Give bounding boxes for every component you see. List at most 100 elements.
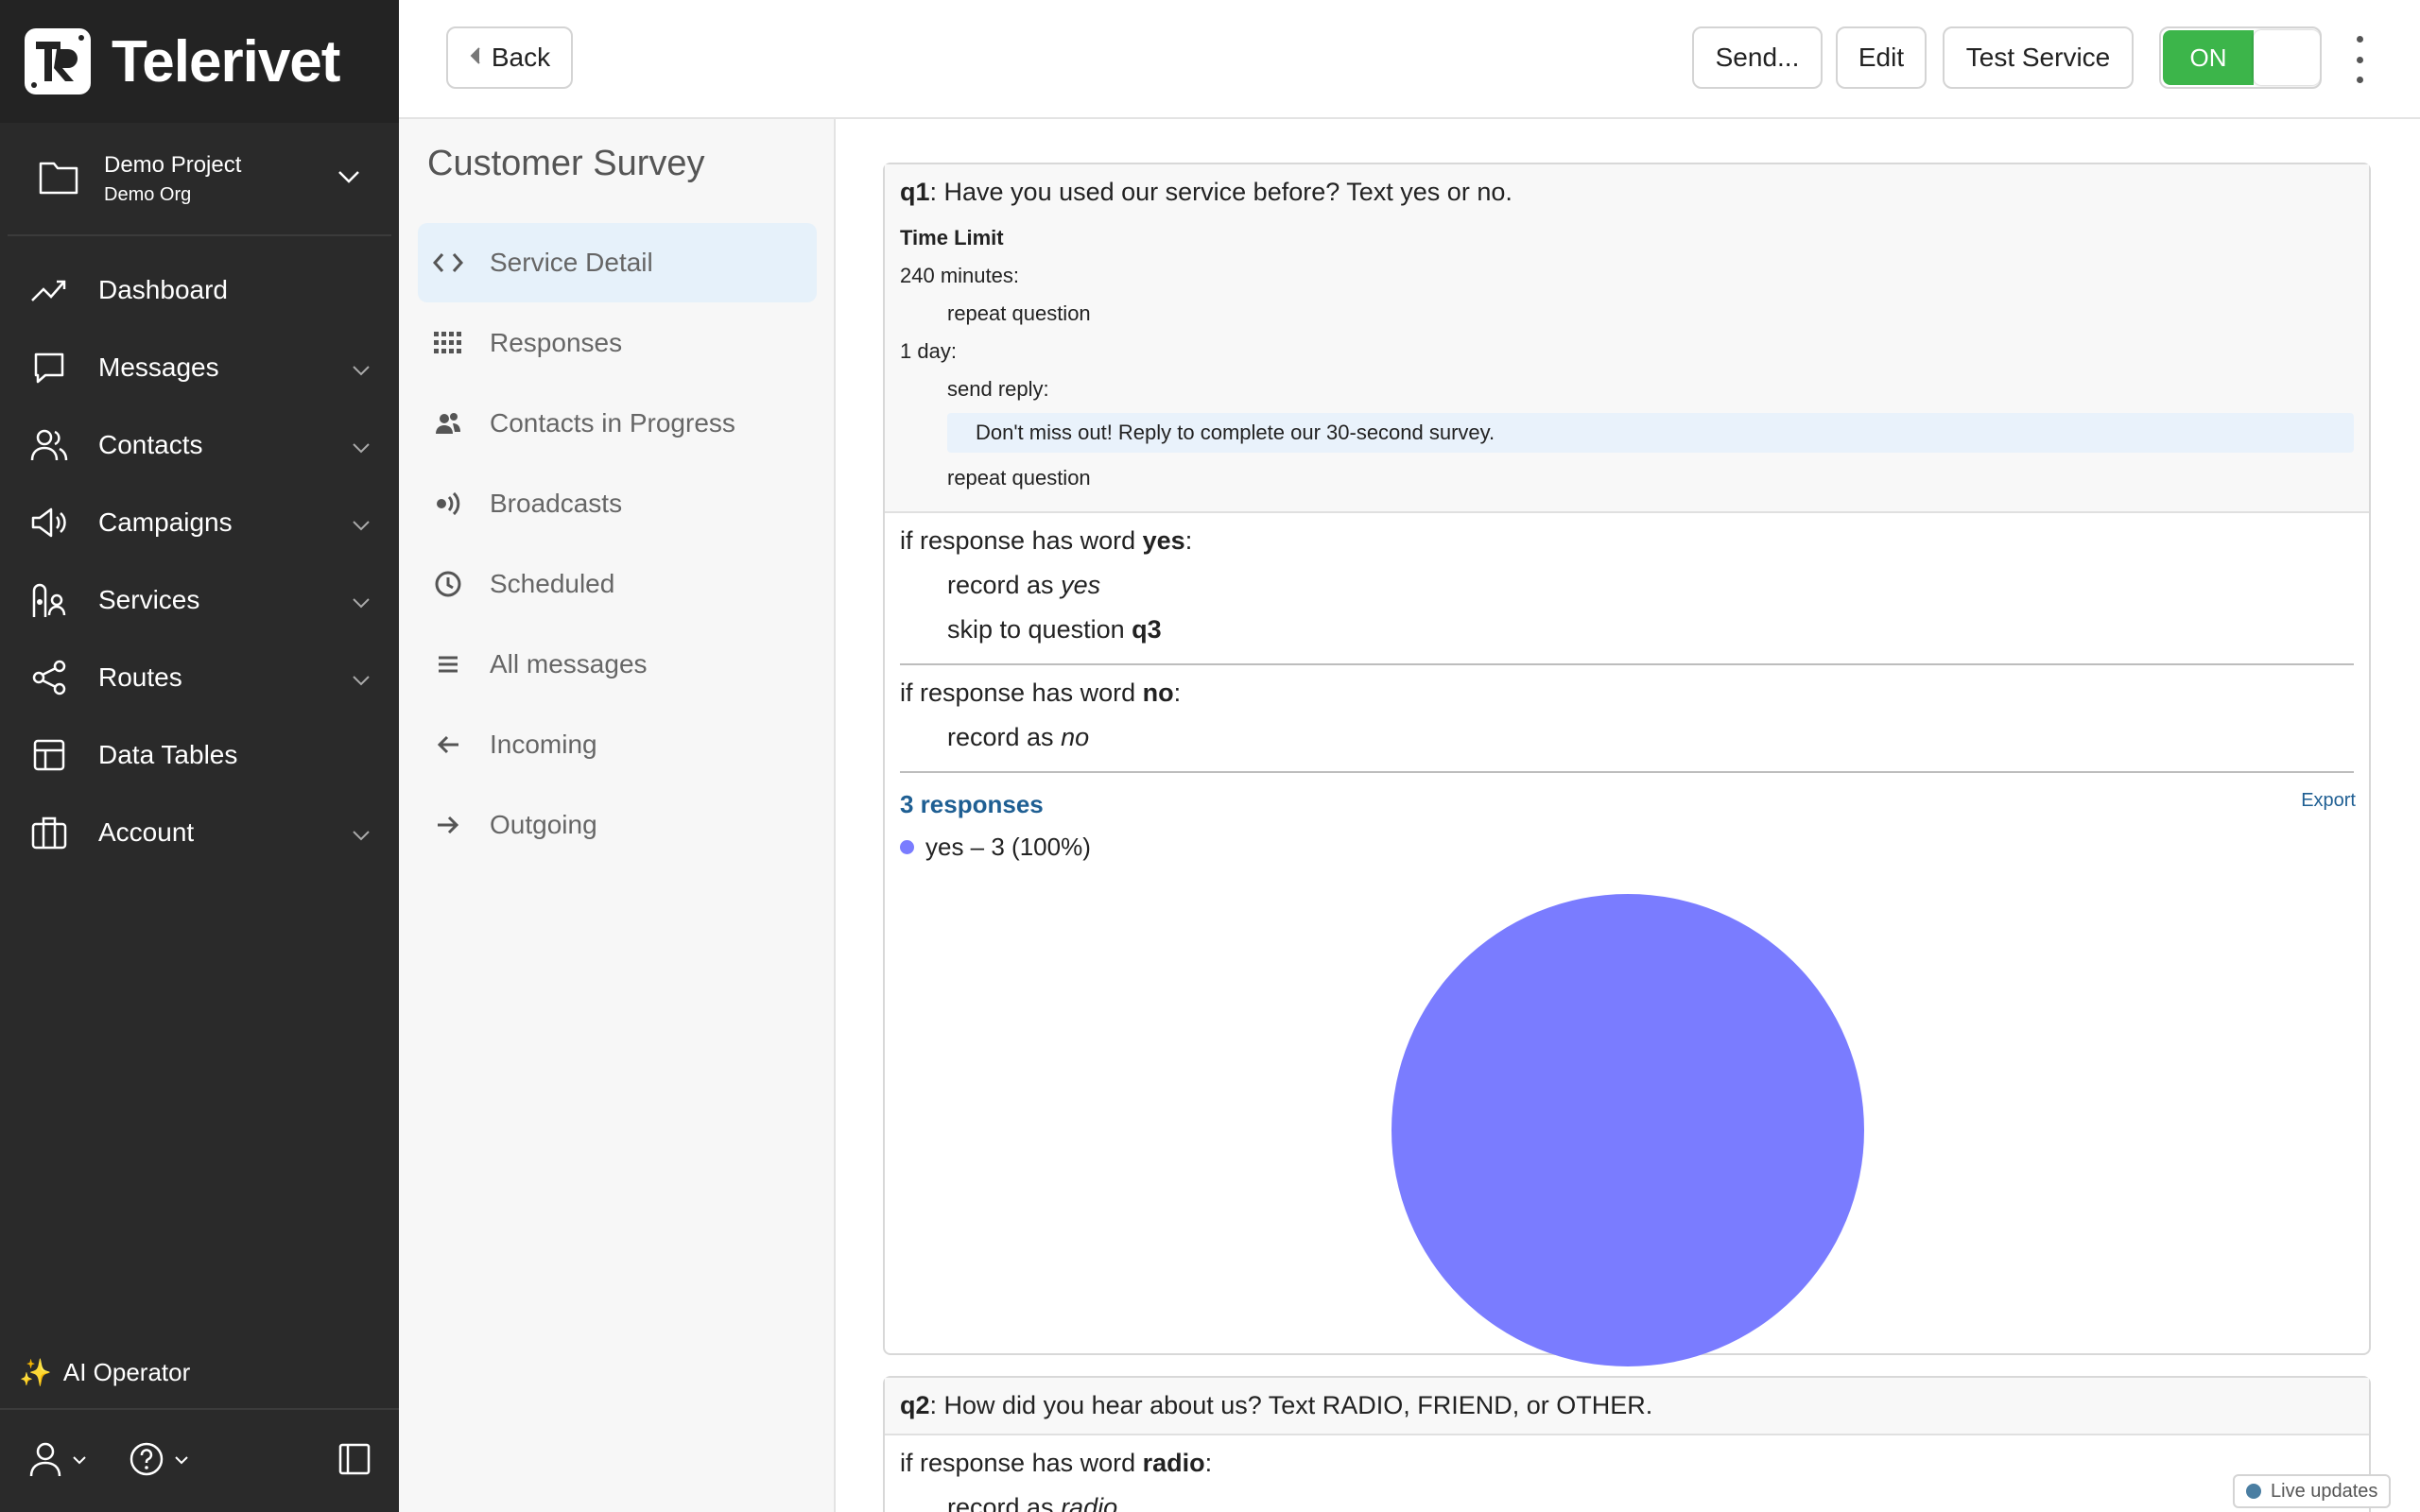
service-menu-item-incoming[interactable]: Incoming <box>418 705 817 784</box>
service-menu-item-responses[interactable]: Responses <box>418 303 817 383</box>
chevron-down-icon <box>352 430 371 460</box>
project-name: Demo Project <box>104 151 242 178</box>
service-active-toggle[interactable]: ON <box>2159 26 2322 89</box>
chevron-down-icon <box>352 817 371 848</box>
nav-label: Campaigns <box>98 507 233 537</box>
nav-label: Data Tables <box>98 740 238 769</box>
edit-button[interactable]: Edit <box>1836 26 1927 89</box>
service-sidebar: Customer Survey Service Detail Responses… <box>399 119 836 1512</box>
live-status-dot <box>2246 1484 2261 1499</box>
arrow-left-icon <box>431 728 465 762</box>
record-prefix: record as <box>947 723 1062 751</box>
nav-label: Messages <box>98 352 219 382</box>
user-menu-button[interactable] <box>28 1440 87 1483</box>
nav-item-data-tables[interactable]: Data Tables <box>0 716 399 794</box>
back-label: Back <box>491 43 551 72</box>
rule-prefix: if response has word <box>900 1449 1143 1477</box>
rule-prefix: if response has word <box>900 526 1143 555</box>
briefcase-icon <box>28 812 70 853</box>
pie-slice-0 <box>1392 894 1864 1366</box>
grid-icon <box>431 326 465 360</box>
chevron-down-icon <box>174 1452 189 1469</box>
nav-item-routes[interactable]: Routes <box>0 639 399 716</box>
chevron-down-icon <box>352 352 371 383</box>
question-card-q2: q2: How did you hear about us? Text RADI… <box>883 1376 2371 1512</box>
help-menu-button[interactable] <box>129 1441 189 1482</box>
question-text: : Have you used our service before? Text… <box>929 178 1512 206</box>
nav-item-dashboard[interactable]: Dashboard <box>0 251 399 329</box>
service-menu-item-scheduled[interactable]: Scheduled <box>418 544 817 624</box>
question-header: q1: Have you used our service before? Te… <box>885 164 2369 513</box>
edit-label: Edit <box>1858 43 1905 72</box>
rule-word: yes <box>1142 526 1185 555</box>
trend-icon <box>28 269 70 311</box>
sidebar-footer <box>0 1408 399 1512</box>
chevron-down-icon <box>352 585 371 615</box>
sidebar-toggle-icon <box>338 1443 371 1479</box>
service-menu-label: Outgoing <box>490 810 597 839</box>
list-icon <box>431 647 465 681</box>
legend-label: yes – 3 (100%) <box>925 833 1091 861</box>
broadcast-icon <box>431 487 465 521</box>
record-value: radio <box>1061 1493 1118 1512</box>
responses-section: 3 responses Export yes – 3 (100%) <box>885 773 2369 1385</box>
service-menu: Service Detail Responses Contacts in Pro… <box>418 223 817 866</box>
services-icon <box>28 579 70 621</box>
service-menu-label: All messages <box>490 649 648 679</box>
nav-item-messages[interactable]: Messages <box>0 329 399 406</box>
brand-name: Telerivet <box>112 28 340 94</box>
service-menu-label: Broadcasts <box>490 489 623 518</box>
service-menu-item-all-messages[interactable]: All messages <box>418 625 817 704</box>
response-rule-yes: if response has word yes: record as yes … <box>885 513 2369 663</box>
responses-count-link[interactable]: 3 responses <box>900 790 2354 819</box>
live-updates-indicator[interactable]: Live updates <box>2233 1474 2392 1508</box>
nav-label: Services <box>98 585 200 614</box>
skip-prefix: skip to question <box>947 615 1132 644</box>
top-toolbar: Back Send... Edit Test Service ON <box>399 0 2420 119</box>
nav-item-account[interactable]: Account <box>0 794 399 871</box>
question-header: q2: How did you hear about us? Text RADI… <box>885 1378 2369 1435</box>
service-menu-label: Service Detail <box>490 248 653 277</box>
live-updates-label: Live updates <box>2271 1480 2378 1502</box>
rule-word: radio <box>1142 1449 1205 1477</box>
users-icon <box>431 406 465 440</box>
clock-icon <box>431 567 465 601</box>
export-link[interactable]: Export <box>2301 790 2356 812</box>
back-button[interactable]: Back <box>446 26 573 89</box>
send-button[interactable]: Send... <box>1692 26 1823 89</box>
rule-suffix: : <box>1204 1449 1213 1477</box>
service-menu-item-outgoing[interactable]: Outgoing <box>418 785 817 865</box>
question-id: q2 <box>900 1391 930 1419</box>
table-icon <box>28 734 70 776</box>
chevron-down-icon <box>72 1452 87 1469</box>
response-rule-no: if response has word no: record as no <box>885 665 2369 771</box>
legend-swatch <box>900 840 914 854</box>
collapse-sidebar-button[interactable] <box>338 1443 371 1480</box>
nav-label: Dashboard <box>98 275 228 304</box>
service-menu-label: Contacts in Progress <box>490 408 735 438</box>
nav-item-campaigns[interactable]: Campaigns <box>0 484 399 561</box>
ai-operator-link[interactable]: ✨ AI Operator <box>19 1357 190 1388</box>
service-menu-item-contacts-in-progress[interactable]: Contacts in Progress <box>418 384 817 463</box>
time-limit-2: 1 day: <box>900 339 957 363</box>
more-options-icon[interactable] <box>2350 36 2369 83</box>
test-service-button[interactable]: Test Service <box>1943 26 2134 89</box>
nav-item-services[interactable]: Services <box>0 561 399 639</box>
record-value: yes <box>1061 571 1101 599</box>
rule-suffix: : <box>1184 526 1193 555</box>
project-switcher[interactable]: Demo Project Demo Org <box>8 123 391 236</box>
service-menu-label: Scheduled <box>490 569 615 598</box>
user-icon <box>28 1440 62 1483</box>
brand[interactable]: Telerivet <box>0 0 399 123</box>
nav-item-contacts[interactable]: Contacts <box>0 406 399 484</box>
time-limit-label: Time Limit <box>900 226 1004 249</box>
service-menu-item-detail[interactable]: Service Detail <box>418 223 817 302</box>
toggle-on-label: ON <box>2163 30 2254 85</box>
response-rule-radio: if response has word radio: record as ra… <box>885 1435 2369 1512</box>
arrow-right-icon <box>431 808 465 842</box>
main-sidebar: Telerivet Demo Project Demo Org Dashboar… <box>0 0 399 1512</box>
time-limit-2-action: send reply: <box>947 377 1049 401</box>
service-detail-panel: q1: Have you used our service before? Te… <box>836 119 2420 1512</box>
message-icon <box>28 347 70 388</box>
service-menu-item-broadcasts[interactable]: Broadcasts <box>418 464 817 543</box>
